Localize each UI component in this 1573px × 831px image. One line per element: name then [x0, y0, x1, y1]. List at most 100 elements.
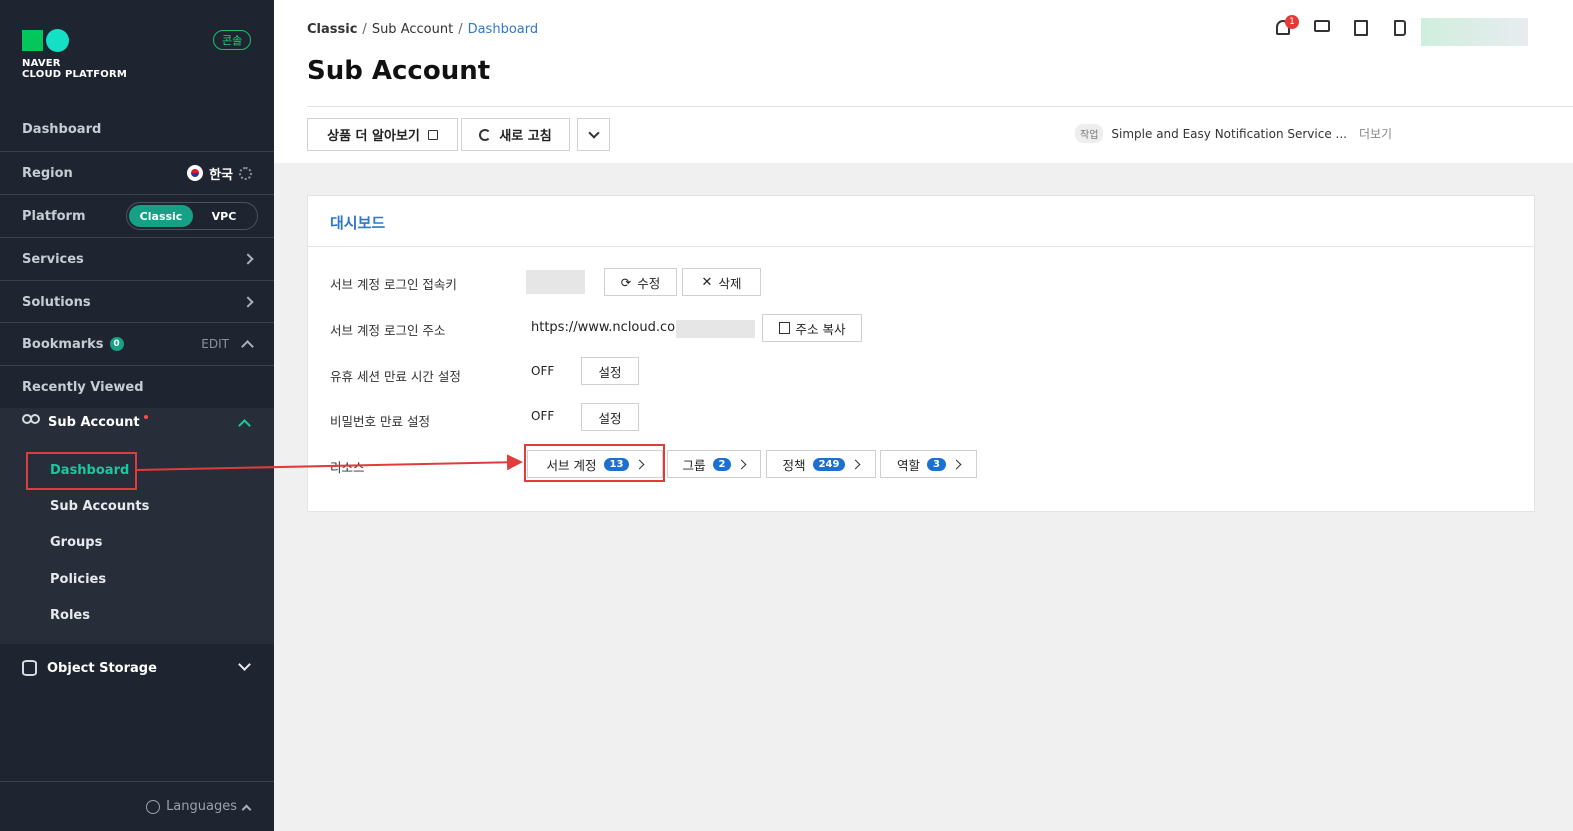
- login-url-label: 서브 계정 로그인 주소: [330, 323, 446, 338]
- bookmarks-count-badge: 0: [109, 337, 124, 351]
- region-value: 한국: [209, 167, 233, 183]
- edit-label: 수정: [637, 275, 661, 291]
- idle-session-value: OFF: [531, 364, 555, 378]
- users-icon: [22, 414, 40, 430]
- highlight-box-sub-accounts: [524, 444, 665, 482]
- chevron-up-icon: [241, 804, 252, 814]
- page-header: Classic / Sub Account / Dashboard Sub Acco…: [274, 0, 1573, 163]
- globe-icon: [146, 799, 161, 814]
- object-storage-label: Object Storage: [47, 660, 157, 676]
- resource-label-roles: 역할: [897, 457, 921, 473]
- naver-cloud-logo[interactable]: NAVER CLOUD PLATFORM: [22, 29, 127, 80]
- book-icon[interactable]: [1394, 20, 1406, 36]
- chevron-right-icon: [737, 459, 747, 469]
- dashboard-card: 대시보드 서브 계정 로그인 접속키 ⟳ 수정 ✕ 삭제 서브 계정 로그인 주…: [307, 195, 1535, 512]
- memo-icon[interactable]: [1354, 20, 1368, 36]
- job-more-link[interactable]: 더보기: [1359, 125, 1392, 142]
- count-badge: 3: [927, 457, 946, 471]
- login-url-value: https://www.ncloud.com: [531, 320, 688, 335]
- job-status[interactable]: 작업 Simple and Easy Notification Service …: [1075, 124, 1392, 143]
- learn-more-label: 상품 더 알아보기: [327, 129, 420, 144]
- highlight-box-dashboard: [26, 452, 137, 490]
- resource-policies-button[interactable]: 정책 249: [766, 450, 876, 478]
- breadcrumb-sub-account[interactable]: Sub Account: [372, 22, 453, 37]
- chevron-down-icon: [587, 126, 600, 139]
- copy-url-button[interactable]: 주소 복사: [762, 314, 862, 342]
- languages-selector[interactable]: Languages: [0, 781, 274, 831]
- user-profile[interactable]: [1421, 18, 1528, 46]
- more-dropdown-button[interactable]: [577, 118, 610, 151]
- edit-key-button[interactable]: ⟳ 수정: [604, 268, 677, 296]
- chevron-right-icon: [951, 459, 962, 469]
- header-divider: [307, 106, 1573, 107]
- chevron-down-icon[interactable]: [238, 658, 251, 671]
- sub-item-policies[interactable]: Policies: [50, 572, 106, 587]
- resource-label-policies: 정책: [782, 457, 806, 473]
- sidebar: NAVER CLOUD PLATFORM 콘솔 Dashboard Region…: [0, 0, 274, 831]
- solutions-label: Solutions: [22, 294, 91, 310]
- page-title: Sub Account: [307, 56, 491, 86]
- languages-label: Languages: [166, 799, 237, 814]
- count-badge: 249: [812, 457, 846, 471]
- resource-label: 리소스: [330, 460, 365, 475]
- platform-option-vpc[interactable]: VPC: [193, 210, 255, 223]
- breadcrumb: Classic / Sub Account / Dashboard: [307, 22, 539, 37]
- gear-icon[interactable]: [239, 166, 252, 180]
- job-text: Simple and Easy Notification Service ...: [1111, 126, 1347, 141]
- sidebar-item-recently-viewed[interactable]: Recently Viewed: [0, 365, 274, 408]
- chat-icon[interactable]: [1314, 20, 1330, 32]
- bookmarks-edit-button[interactable]: EDIT: [201, 337, 229, 351]
- card-title: 대시보드: [330, 214, 386, 232]
- sidebar-item-solutions[interactable]: Solutions: [0, 280, 274, 323]
- resource-label-groups: 그룹: [682, 457, 706, 473]
- breadcrumb-classic[interactable]: Classic: [307, 22, 357, 37]
- database-icon: [22, 660, 37, 676]
- sub-account-header[interactable]: Sub Account: [22, 414, 148, 430]
- sidebar-dashboard-label: Dashboard: [22, 122, 102, 137]
- sub-item-groups[interactable]: Groups: [50, 535, 102, 550]
- login-url-suffix: [676, 320, 755, 338]
- resource-groups-button[interactable]: 그룹 2: [667, 450, 761, 478]
- notification-badge: 1: [1285, 15, 1299, 29]
- card-divider: [308, 246, 1534, 247]
- sidebar-item-platform: Platform Classic VPC: [0, 194, 274, 237]
- breadcrumb-dashboard[interactable]: Dashboard: [468, 22, 539, 37]
- refresh-button[interactable]: 새로 고침: [461, 118, 570, 151]
- refresh-label: 새로 고침: [499, 129, 552, 144]
- sub-item-roles[interactable]: Roles: [50, 608, 90, 623]
- external-link-icon: [427, 129, 438, 140]
- delete-key-button[interactable]: ✕ 삭제: [682, 268, 761, 296]
- services-label: Services: [22, 251, 84, 267]
- platform-toggle[interactable]: Classic VPC: [126, 202, 258, 230]
- refresh-icon: [479, 128, 492, 141]
- console-badge[interactable]: 콘솔: [213, 30, 252, 50]
- chevron-up-icon[interactable]: [241, 340, 254, 353]
- chevron-right-icon: [242, 296, 254, 308]
- sidebar-item-bookmarks[interactable]: Bookmarks 0 EDIT: [0, 322, 274, 365]
- sub-account-label: Sub Account: [48, 414, 140, 430]
- count-badge: 2: [712, 457, 732, 471]
- platform-label: Platform: [22, 208, 86, 224]
- bookmarks-label: Bookmarks: [22, 336, 104, 352]
- learn-more-button[interactable]: 상품 더 알아보기: [307, 118, 458, 151]
- sidebar-item-object-storage[interactable]: Object Storage: [22, 660, 157, 676]
- sub-account-section: [0, 408, 274, 644]
- chevron-right-icon: [242, 253, 254, 265]
- platform-option-classic[interactable]: Classic: [129, 205, 193, 227]
- sidebar-item-services[interactable]: Services: [0, 237, 274, 280]
- korea-flag-icon: [187, 165, 204, 181]
- sidebar-item-region[interactable]: Region 한국: [0, 151, 274, 194]
- chevron-right-icon: [850, 459, 861, 469]
- recently-viewed-label: Recently Viewed: [22, 379, 144, 395]
- sub-item-sub-accounts[interactable]: Sub Accounts: [50, 499, 149, 514]
- idle-session-label: 유휴 세션 만료 시간 설정: [330, 369, 461, 384]
- password-expiry-setting-button[interactable]: 설정: [581, 403, 639, 431]
- idle-session-setting-button[interactable]: 설정: [581, 357, 639, 385]
- login-key-value: [526, 270, 585, 294]
- copy-icon: [778, 322, 790, 334]
- resource-roles-button[interactable]: 역할 3: [880, 450, 977, 478]
- login-key-label: 서브 계정 로그인 접속키: [330, 277, 457, 292]
- job-tag: 작업: [1075, 124, 1104, 143]
- sidebar-item-dashboard[interactable]: Dashboard: [0, 108, 274, 151]
- copy-label: 주소 복사: [795, 321, 846, 337]
